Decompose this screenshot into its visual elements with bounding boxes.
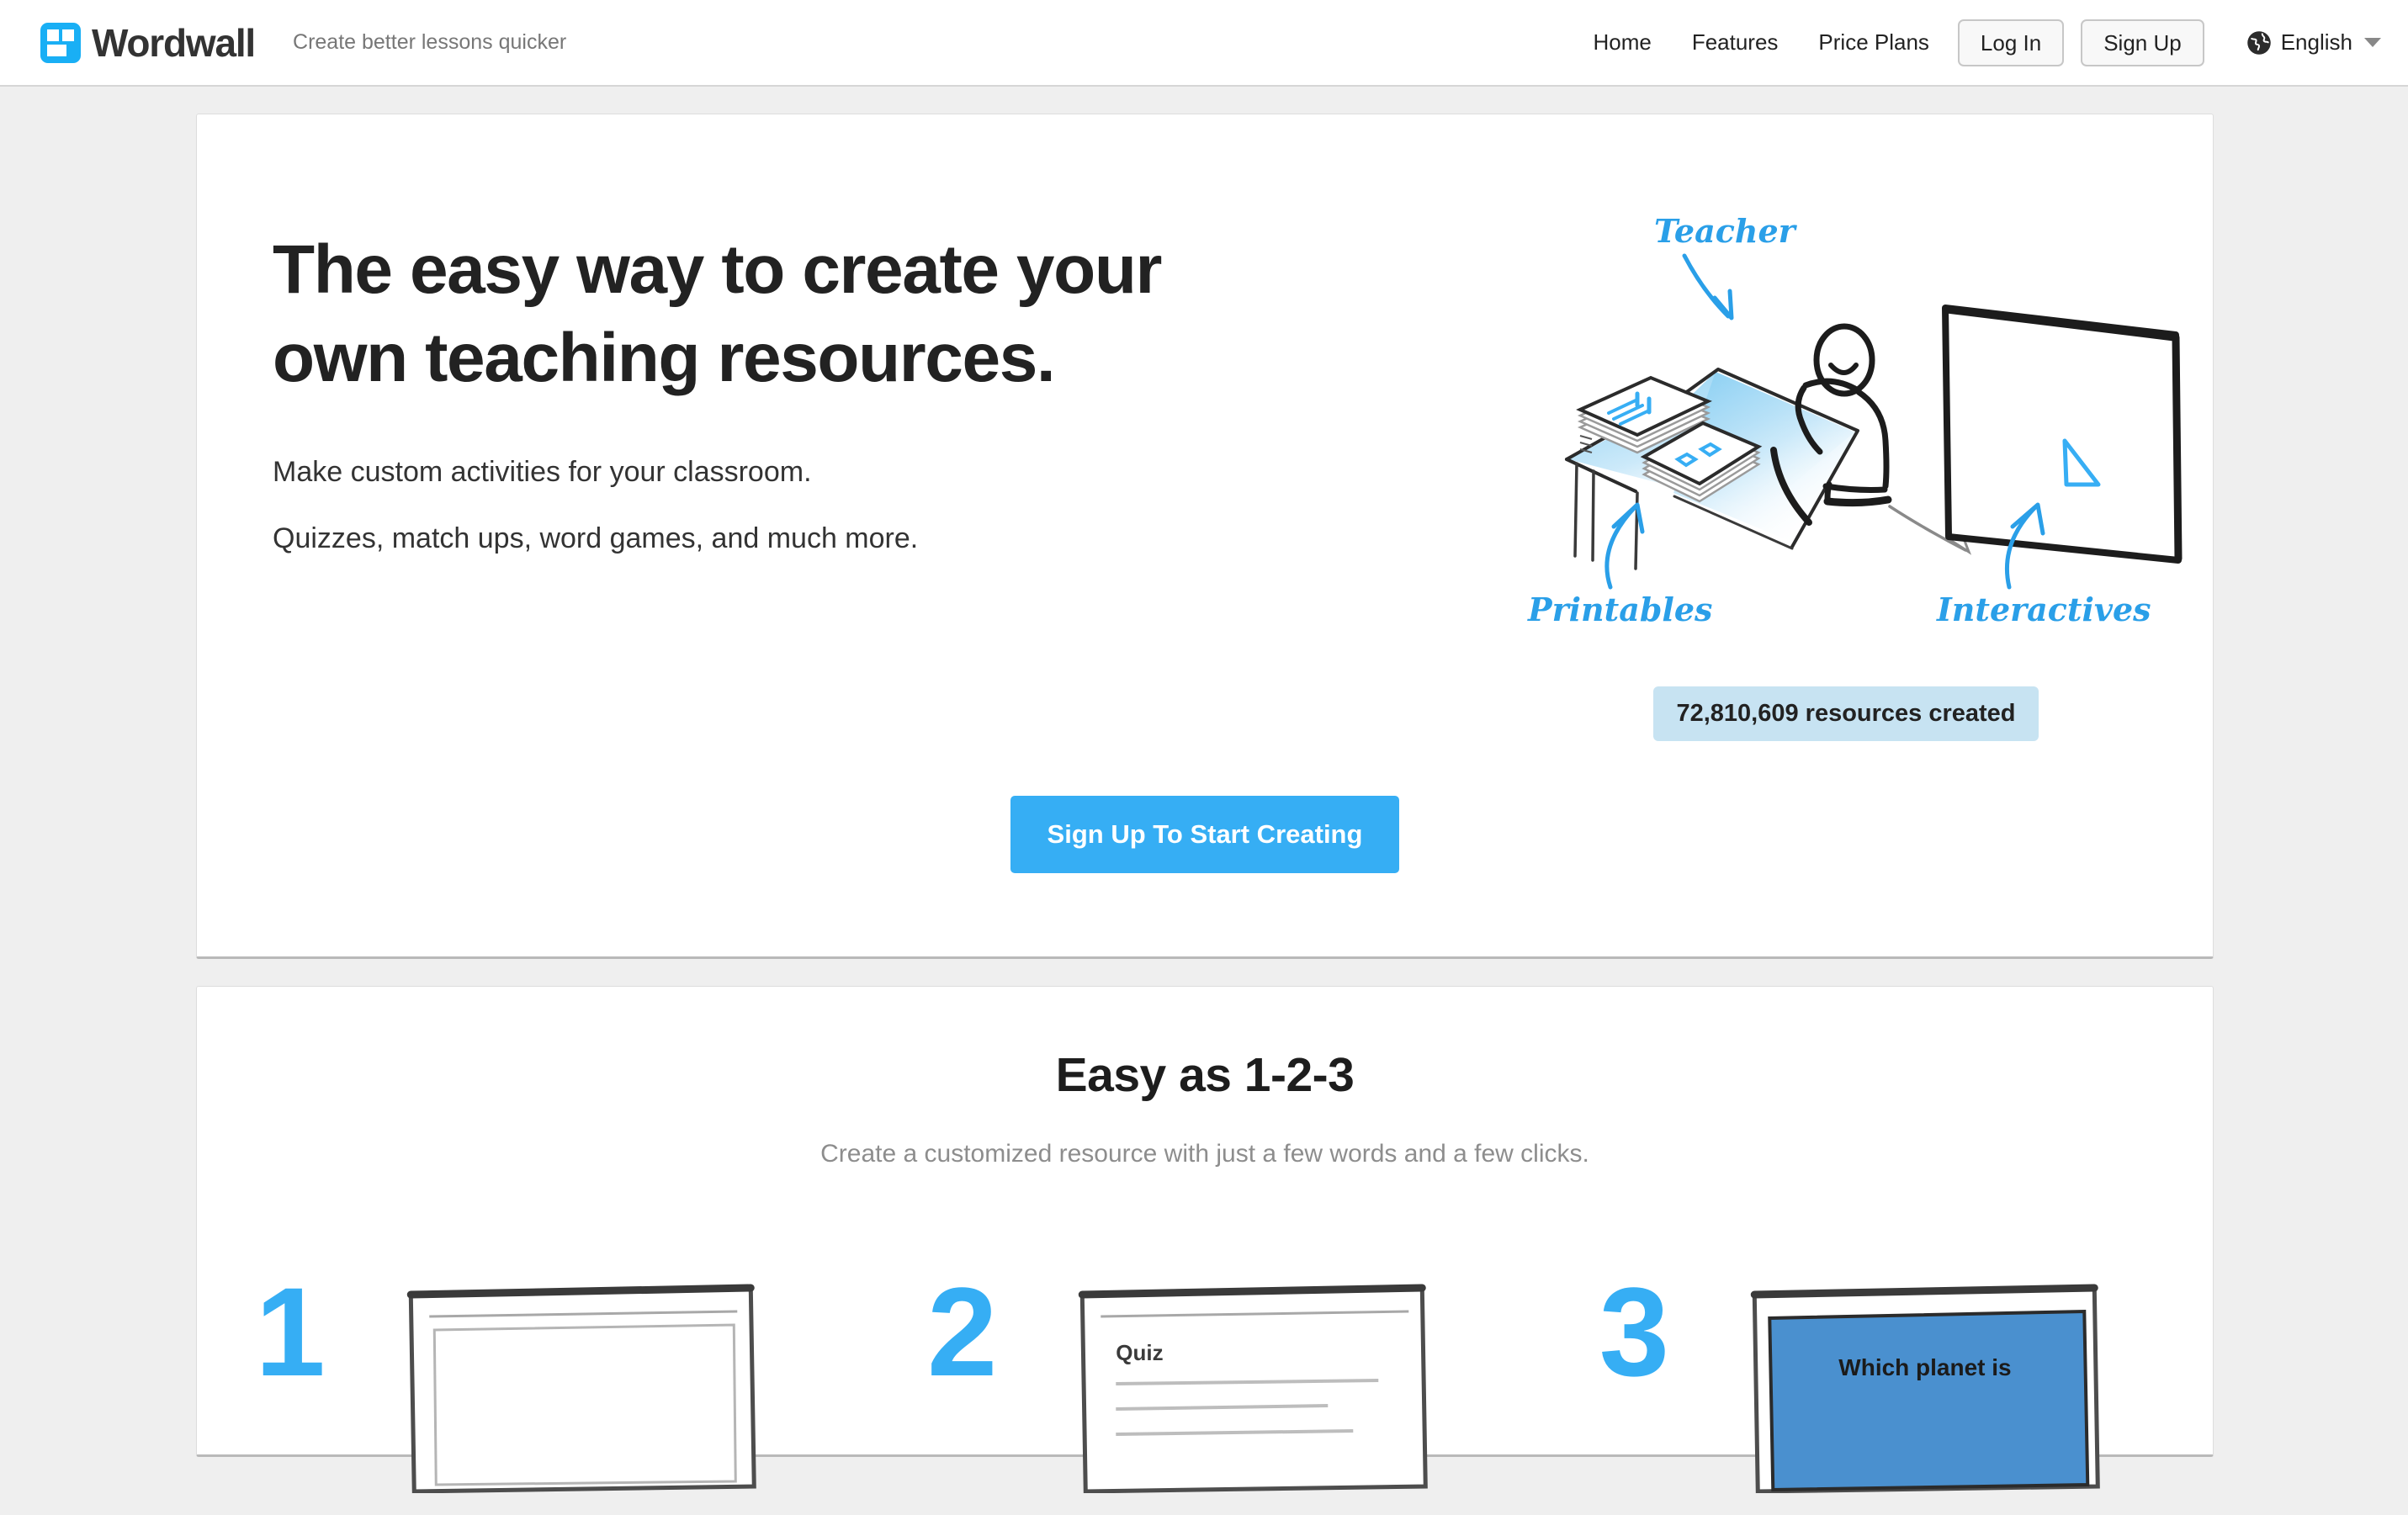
teacher-classroom-sketch-illustration: Teacher Printables Interactives xyxy=(1509,207,2183,628)
chevron-down-icon xyxy=(2364,38,2381,47)
nav-home[interactable]: Home xyxy=(1593,29,1651,56)
blue-activity-sketch[interactable]: Which planet is xyxy=(1695,1283,2155,1493)
globe-icon xyxy=(2246,30,2271,55)
tagline: Create better lessons quicker xyxy=(293,30,567,54)
brand-name: Wordwall xyxy=(92,20,256,65)
step-number-3: 3 xyxy=(1599,1261,1670,1402)
label-interactives: Interactives xyxy=(1936,591,2151,628)
step-2-thumb-text: Quiz xyxy=(1116,1340,1164,1365)
hero-title-line-1: The easy way to create your xyxy=(273,231,1162,308)
wordwall-grid-logo-icon xyxy=(40,22,81,63)
easy-as-123-card: Easy as 1-2-3 Create a customized resour… xyxy=(196,986,2214,1493)
sign-up-to-start-creating-button[interactable]: Sign Up To Start Creating xyxy=(1010,796,1400,873)
log-in-button[interactable]: Log In xyxy=(1957,19,2065,66)
step-item-3: 3 Which planet is xyxy=(1599,1261,2155,1493)
hero-copy: The easy way to create your own teaching… xyxy=(273,226,1392,560)
quiz-content-sketch[interactable]: Quiz xyxy=(1022,1283,1482,1493)
hero-subtitle-2: Quizzes, match ups, word games, and much… xyxy=(273,522,919,555)
brand-logo-link[interactable]: Wordwall xyxy=(40,20,256,65)
step-item-1: 1 xyxy=(255,1261,811,1493)
resources-counter-wrap: 72,810,609 resources created xyxy=(1509,686,2183,741)
label-teacher: Teacher xyxy=(1654,212,1798,250)
label-printables: Printables xyxy=(1527,591,1712,628)
cta-wrap: Sign Up To Start Creating xyxy=(197,796,2213,873)
step-item-2: 2 Quiz xyxy=(926,1261,1482,1493)
hero-title-line-2: own teaching resources. xyxy=(273,319,1056,396)
nav-price-plans[interactable]: Price Plans xyxy=(1818,29,1929,56)
resources-created-badge: 72,810,609 resources created xyxy=(1653,686,2039,741)
steps-row: 1 2 Quiz 3 Which planet is xyxy=(197,1261,2213,1493)
sign-up-button[interactable]: Sign Up xyxy=(2081,19,2204,66)
steps-section-subtitle: Create a customized resource with just a… xyxy=(820,1140,1589,1168)
site-header: Wordwall Create better lessons quicker H… xyxy=(0,0,2408,87)
header-nav-group: Home Features Price Plans Log In Sign Up… xyxy=(1593,19,2381,66)
step-3-thumb-text: Which planet is xyxy=(1838,1354,2011,1380)
language-selector[interactable]: English xyxy=(2246,29,2381,56)
language-label: English xyxy=(2280,29,2352,55)
page-title: The easy way to create your own teaching… xyxy=(273,226,1392,403)
hero-subtitle-1: Make custom activities for your classroo… xyxy=(273,455,812,488)
blank-template-sketch[interactable] xyxy=(351,1283,811,1493)
step-number-2: 2 xyxy=(926,1261,998,1402)
steps-section-title: Easy as 1-2-3 xyxy=(1055,1048,1355,1102)
nav-features[interactable]: Features xyxy=(1692,29,1779,56)
step-number-1: 1 xyxy=(255,1261,326,1402)
hero-card: The easy way to create your own teaching… xyxy=(196,114,2214,959)
